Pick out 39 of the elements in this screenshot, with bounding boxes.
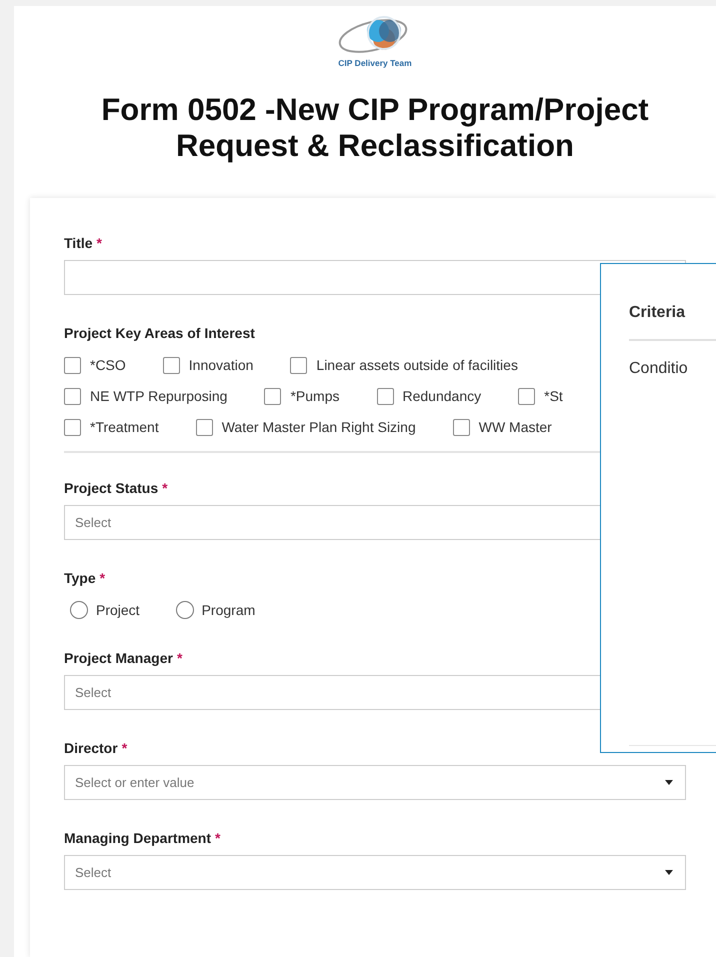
field-label: Project Key Areas of Interest [64, 324, 256, 342]
caret-icon [665, 780, 673, 786]
logo-caption: CIP Delivery Team [338, 59, 412, 68]
select-field[interactable]: Select [64, 855, 686, 890]
checkbox[interactable] [196, 419, 213, 436]
checkbox[interactable] [376, 388, 394, 406]
checkbox[interactable] [64, 357, 81, 374]
checkbox-label: *CSO [90, 356, 126, 376]
checkbox[interactable] [290, 357, 308, 374]
checkbox-label: NE WTP Repurposing [90, 387, 228, 406]
checkbox-label: WW Master [478, 418, 552, 438]
radio-button[interactable] [176, 601, 194, 620]
field-label: Project Status * [64, 479, 169, 498]
radio-label: Project [96, 600, 140, 620]
checkbox[interactable] [64, 419, 81, 436]
popup-header: Criteria [629, 264, 716, 341]
checkbox[interactable] [264, 388, 282, 406]
caret-icon [665, 870, 673, 876]
radio-label: Program [202, 600, 256, 620]
radio-button[interactable] [70, 601, 88, 620]
form-title: Form 0502 -New CIP Program/Project Request & Reclassification [100, 92, 650, 164]
field-label: Project Manager * [64, 649, 184, 668]
checkbox[interactable] [64, 388, 81, 406]
checkbox-label: *St [544, 387, 563, 406]
field-label: Type * [64, 569, 106, 588]
checkbox-label: Redundancy [402, 387, 482, 406]
field-label: Managing Department * [64, 829, 222, 848]
popup-item[interactable]: Conditio [629, 357, 716, 381]
field-label: Title * [64, 234, 103, 252]
checkbox[interactable] [518, 388, 536, 406]
checkbox-label: Innovation [188, 356, 254, 376]
checkbox-label: Linear assets outside of facilities [316, 356, 518, 376]
select-field[interactable]: Select or enter value [64, 765, 686, 800]
checkbox[interactable] [162, 357, 180, 374]
checkbox[interactable] [452, 419, 470, 436]
field-label: Director * [64, 739, 128, 758]
checkbox-label: *Treatment [90, 418, 159, 438]
checkbox-label: *Pumps [290, 387, 340, 406]
checkbox-label: Water Master Plan Right Sizing [222, 418, 416, 438]
